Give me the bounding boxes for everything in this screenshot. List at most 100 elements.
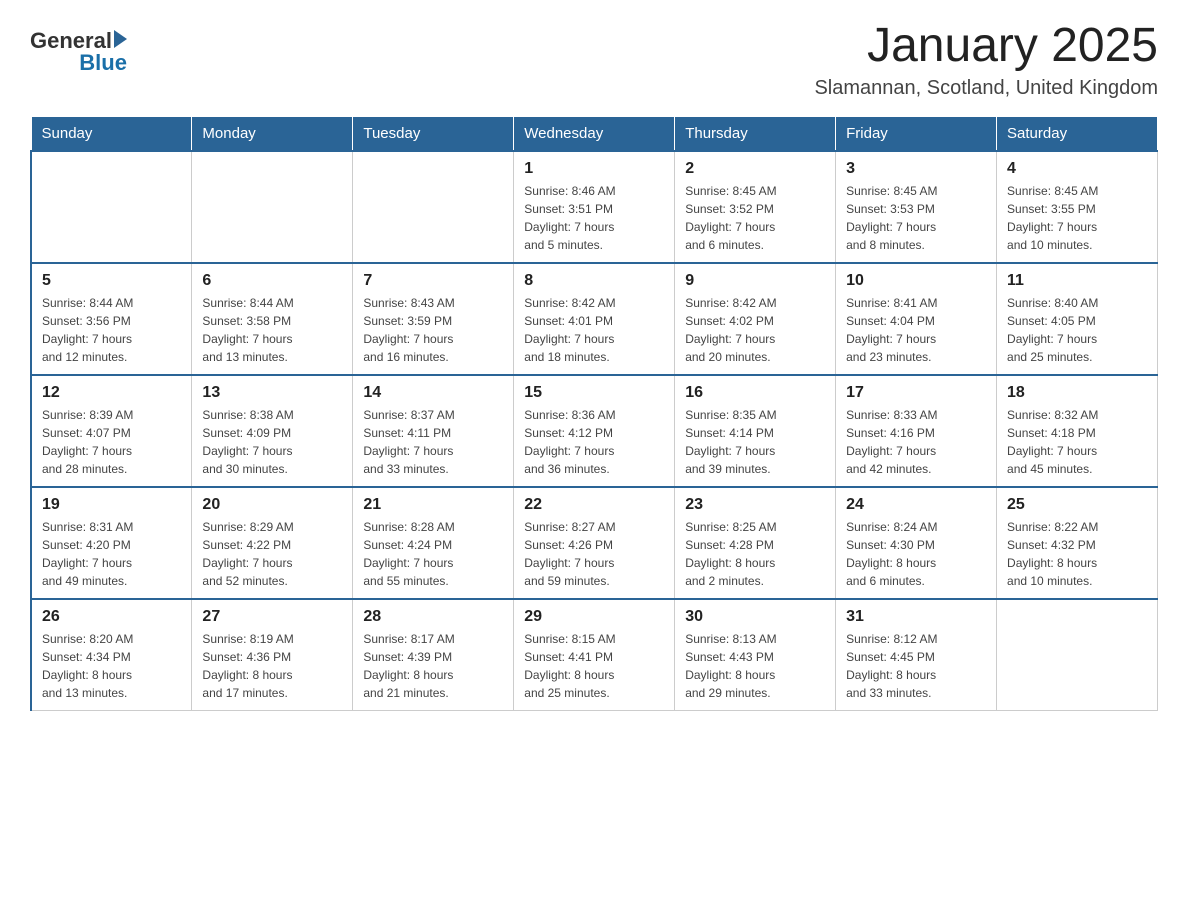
calendar-day-3: 3 Sunrise: 8:45 AMSunset: 3:53 PMDaylight…	[836, 151, 997, 263]
calendar-day-9: 9Sunrise: 8:42 AMSunset: 4:02 PMDaylight…	[675, 263, 836, 375]
day-number-28: 28	[363, 608, 503, 626]
calendar-day-6: 6 Sunrise: 8:44 AMSunset: 3:58 PMDaylight…	[192, 263, 353, 375]
day-info-6: Sunrise: 8:44 AMSunset: 3:58 PMDaylight:…	[202, 294, 342, 366]
calendar-day-24: 24Sunrise: 8:24 AMSunset: 4:30 PMDayligh…	[836, 487, 997, 599]
day-number-31: 31	[846, 608, 986, 626]
day-info-22: Sunrise: 8:27 AMSunset: 4:26 PMDaylight:…	[524, 518, 664, 590]
page-header: General Blue January 2025 Slamannan, Sco…	[30, 20, 1158, 100]
day-info-8: Sunrise: 8:42 AMSunset: 4:01 PMDaylight:…	[524, 294, 664, 366]
day-number-22: 22	[524, 496, 664, 514]
day-info-27: Sunrise: 8:19 AMSunset: 4:36 PMDaylight:…	[202, 630, 342, 702]
day-info-3: Sunrise: 8:45 AMSunset: 3:53 PMDaylight:…	[846, 182, 986, 254]
weekday-header-tuesday: Tuesday	[353, 116, 514, 151]
day-number-16: 16	[685, 384, 825, 402]
day-info-15: Sunrise: 8:36 AMSunset: 4:12 PMDaylight:…	[524, 406, 664, 478]
calendar-day-1: 1 Sunrise: 8:46 AMSunset: 3:51 PMDaylight…	[514, 151, 675, 263]
calendar-day-27: 27 Sunrise: 8:19 AMSunset: 4:36 PMDayligh…	[192, 599, 353, 711]
day-number-2: 2	[685, 160, 825, 178]
calendar-week-row-3: 12 Sunrise: 8:39 AMSunset: 4:07 PMDayligh…	[31, 375, 1158, 487]
calendar-day-22: 22 Sunrise: 8:27 AMSunset: 4:26 PMDayligh…	[514, 487, 675, 599]
calendar-day-23: 23 Sunrise: 8:25 AMSunset: 4:28 PMDayligh…	[675, 487, 836, 599]
day-info-30: Sunrise: 8:13 AMSunset: 4:43 PMDaylight:…	[685, 630, 825, 702]
calendar-day-7: 7 Sunrise: 8:43 AMSunset: 3:59 PMDaylight…	[353, 263, 514, 375]
day-info-1: Sunrise: 8:46 AMSunset: 3:51 PMDaylight:…	[524, 182, 664, 254]
day-info-29: Sunrise: 8:15 AMSunset: 4:41 PMDaylight:…	[524, 630, 664, 702]
calendar-day-29: 29 Sunrise: 8:15 AMSunset: 4:41 PMDayligh…	[514, 599, 675, 711]
day-info-7: Sunrise: 8:43 AMSunset: 3:59 PMDaylight:…	[363, 294, 503, 366]
day-number-21: 21	[363, 496, 503, 514]
day-number-3: 3	[846, 160, 986, 178]
calendar-day-10: 10 Sunrise: 8:41 AMSunset: 4:04 PMDayligh…	[836, 263, 997, 375]
day-info-25: Sunrise: 8:22 AMSunset: 4:32 PMDaylight:…	[1007, 518, 1147, 590]
calendar-day-14: 14 Sunrise: 8:37 AMSunset: 4:11 PMDayligh…	[353, 375, 514, 487]
calendar-day-28: 28 Sunrise: 8:17 AMSunset: 4:39 PMDayligh…	[353, 599, 514, 711]
calendar-week-row-1: 1 Sunrise: 8:46 AMSunset: 3:51 PMDaylight…	[31, 151, 1158, 263]
calendar-day-19: 19 Sunrise: 8:31 AMSunset: 4:20 PMDayligh…	[31, 487, 192, 599]
day-info-20: Sunrise: 8:29 AMSunset: 4:22 PMDaylight:…	[202, 518, 342, 590]
calendar-empty-cell	[353, 151, 514, 263]
calendar-day-30: 30 Sunrise: 8:13 AMSunset: 4:43 PMDayligh…	[675, 599, 836, 711]
calendar-day-11: 11Sunrise: 8:40 AMSunset: 4:05 PMDayligh…	[997, 263, 1158, 375]
day-info-18: Sunrise: 8:32 AMSunset: 4:18 PMDaylight:…	[1007, 406, 1147, 478]
title-section: January 2025 Slamannan, Scotland, United…	[814, 20, 1158, 100]
calendar-empty-cell	[192, 151, 353, 263]
day-info-28: Sunrise: 8:17 AMSunset: 4:39 PMDaylight:…	[363, 630, 503, 702]
day-number-19: 19	[42, 496, 181, 514]
calendar-day-31: 31 Sunrise: 8:12 AMSunset: 4:45 PMDayligh…	[836, 599, 997, 711]
calendar-day-13: 13Sunrise: 8:38 AMSunset: 4:09 PMDayligh…	[192, 375, 353, 487]
day-number-7: 7	[363, 272, 503, 290]
weekday-header-saturday: Saturday	[997, 116, 1158, 151]
calendar-day-8: 8 Sunrise: 8:42 AMSunset: 4:01 PMDaylight…	[514, 263, 675, 375]
calendar-table: SundayMondayTuesdayWednesdayThursdayFrid…	[30, 116, 1158, 711]
calendar-day-15: 15 Sunrise: 8:36 AMSunset: 4:12 PMDayligh…	[514, 375, 675, 487]
day-number-15: 15	[524, 384, 664, 402]
day-info-23: Sunrise: 8:25 AMSunset: 4:28 PMDaylight:…	[685, 518, 825, 590]
day-info-17: Sunrise: 8:33 AMSunset: 4:16 PMDaylight:…	[846, 406, 986, 478]
day-info-12: Sunrise: 8:39 AMSunset: 4:07 PMDaylight:…	[42, 406, 181, 478]
day-number-9: 9	[685, 272, 825, 290]
day-number-6: 6	[202, 272, 342, 290]
calendar-day-17: 17 Sunrise: 8:33 AMSunset: 4:16 PMDayligh…	[836, 375, 997, 487]
day-number-20: 20	[202, 496, 342, 514]
day-number-30: 30	[685, 608, 825, 626]
day-info-19: Sunrise: 8:31 AMSunset: 4:20 PMDaylight:…	[42, 518, 181, 590]
calendar-day-5: 5 Sunrise: 8:44 AMSunset: 3:56 PMDaylight…	[31, 263, 192, 375]
calendar-week-row-2: 5 Sunrise: 8:44 AMSunset: 3:56 PMDaylight…	[31, 263, 1158, 375]
calendar-day-2: 2 Sunrise: 8:45 AMSunset: 3:52 PMDaylight…	[675, 151, 836, 263]
day-info-31: Sunrise: 8:12 AMSunset: 4:45 PMDaylight:…	[846, 630, 986, 702]
weekday-header-sunday: Sunday	[31, 116, 192, 151]
logo-icon: General Blue	[30, 28, 127, 76]
day-number-14: 14	[363, 384, 503, 402]
weekday-header-monday: Monday	[192, 116, 353, 151]
calendar-day-4: 4Sunrise: 8:45 AMSunset: 3:55 PMDaylight…	[997, 151, 1158, 263]
calendar-day-26: 26 Sunrise: 8:20 AMSunset: 4:34 PMDayligh…	[31, 599, 192, 711]
weekday-header-row: SundayMondayTuesdayWednesdayThursdayFrid…	[31, 116, 1158, 151]
calendar-empty-cell	[997, 599, 1158, 711]
day-info-10: Sunrise: 8:41 AMSunset: 4:04 PMDaylight:…	[846, 294, 986, 366]
day-number-18: 18	[1007, 384, 1147, 402]
day-number-17: 17	[846, 384, 986, 402]
day-number-10: 10	[846, 272, 986, 290]
calendar-day-12: 12 Sunrise: 8:39 AMSunset: 4:07 PMDayligh…	[31, 375, 192, 487]
day-info-26: Sunrise: 8:20 AMSunset: 4:34 PMDaylight:…	[42, 630, 181, 702]
calendar-day-20: 20 Sunrise: 8:29 AMSunset: 4:22 PMDayligh…	[192, 487, 353, 599]
day-number-23: 23	[685, 496, 825, 514]
day-number-27: 27	[202, 608, 342, 626]
calendar-subtitle: Slamannan, Scotland, United Kingdom	[814, 77, 1158, 100]
day-number-5: 5	[42, 272, 181, 290]
day-number-25: 25	[1007, 496, 1147, 514]
day-number-12: 12	[42, 384, 181, 402]
day-number-8: 8	[524, 272, 664, 290]
logo-blue: Blue	[79, 50, 127, 76]
day-info-14: Sunrise: 8:37 AMSunset: 4:11 PMDaylight:…	[363, 406, 503, 478]
day-info-2: Sunrise: 8:45 AMSunset: 3:52 PMDaylight:…	[685, 182, 825, 254]
day-number-1: 1	[524, 160, 664, 178]
day-info-5: Sunrise: 8:44 AMSunset: 3:56 PMDaylight:…	[42, 294, 181, 366]
day-number-29: 29	[524, 608, 664, 626]
weekday-header-thursday: Thursday	[675, 116, 836, 151]
day-number-26: 26	[42, 608, 181, 626]
day-info-11: Sunrise: 8:40 AMSunset: 4:05 PMDaylight:…	[1007, 294, 1147, 366]
day-info-21: Sunrise: 8:28 AMSunset: 4:24 PMDaylight:…	[363, 518, 503, 590]
day-number-24: 24	[846, 496, 986, 514]
weekday-header-friday: Friday	[836, 116, 997, 151]
